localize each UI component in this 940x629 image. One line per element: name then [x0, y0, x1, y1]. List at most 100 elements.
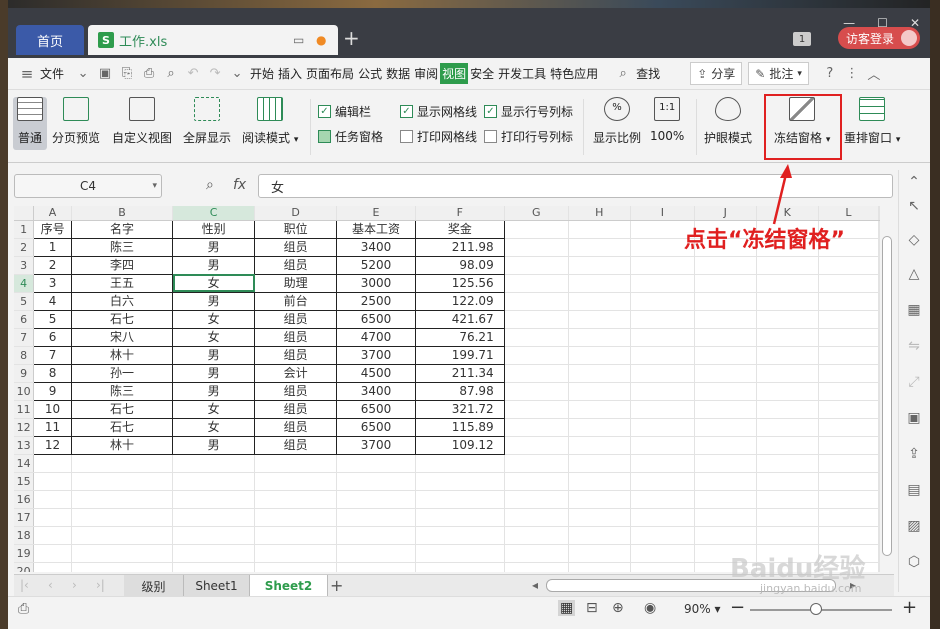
- cell[interactable]: 98.09: [414, 255, 505, 275]
- row-header[interactable]: 7: [14, 328, 35, 347]
- chevron-down-icon[interactable]: ▾: [152, 181, 157, 191]
- cell[interactable]: 职位: [254, 219, 338, 239]
- cell[interactable]: [756, 328, 819, 347]
- cell[interactable]: [630, 454, 695, 473]
- cell[interactable]: [818, 490, 880, 509]
- row-header[interactable]: 18: [14, 526, 35, 545]
- cell[interactable]: 女: [172, 399, 256, 419]
- print-gridlines-checkbox[interactable]: 打印网格线: [400, 128, 477, 145]
- sheet-tab-level[interactable]: 级别: [124, 575, 184, 597]
- cell[interactable]: [694, 472, 757, 491]
- cell[interactable]: [33, 472, 72, 491]
- resize-icon[interactable]: ⤢: [905, 374, 923, 392]
- eye-icon[interactable]: ◉: [644, 600, 656, 616]
- cell[interactable]: [504, 454, 569, 473]
- cell[interactable]: 4700: [336, 327, 416, 347]
- cell[interactable]: 321.72: [414, 399, 505, 419]
- cell[interactable]: 名字: [70, 219, 174, 239]
- cell[interactable]: [336, 562, 416, 572]
- cell[interactable]: 组员: [254, 399, 338, 419]
- cell[interactable]: [818, 292, 880, 311]
- cell[interactable]: 1: [33, 237, 72, 257]
- menu-dev-tools[interactable]: 开发工具: [496, 65, 548, 82]
- cell[interactable]: [504, 364, 569, 383]
- cell[interactable]: [630, 562, 695, 572]
- chevron-down-icon[interactable]: ⌄: [72, 64, 94, 84]
- menu-insert[interactable]: 插入: [276, 65, 304, 82]
- cell[interactable]: [818, 274, 880, 293]
- shapes-icon[interactable]: ◇: [905, 232, 923, 250]
- cell[interactable]: [630, 418, 695, 437]
- sheet-table[interactable]: A B C D E F G H I J K L 1 序号 名字 性别 职位 基本工资 奖金 2 1 陈三男组员 3400 21…: [14, 206, 880, 572]
- cell[interactable]: 陈三: [70, 381, 174, 401]
- cell[interactable]: [630, 364, 695, 383]
- cell[interactable]: [254, 472, 338, 491]
- cell[interactable]: [818, 472, 880, 491]
- cell[interactable]: [254, 562, 338, 572]
- cell[interactable]: [756, 526, 819, 545]
- zoom-100-button[interactable]: 1:1 100%: [650, 97, 684, 143]
- row-header[interactable]: 5: [14, 292, 35, 311]
- cell[interactable]: [504, 472, 569, 491]
- tab-home[interactable]: 首页: [16, 25, 84, 55]
- cell[interactable]: 6500: [336, 417, 416, 437]
- cell[interactable]: [415, 490, 505, 509]
- cell[interactable]: 5200: [336, 255, 416, 275]
- cell[interactable]: [630, 328, 695, 347]
- window-count-badge[interactable]: 1: [793, 32, 811, 46]
- image-gallery-icon[interactable]: ▣: [905, 410, 923, 428]
- cell[interactable]: [818, 436, 880, 455]
- archive-icon[interactable]: ▤: [905, 482, 923, 500]
- share-button[interactable]: ⇪ 分享: [690, 62, 743, 85]
- print-rowcol-checkbox[interactable]: 打印行号列标: [484, 128, 573, 145]
- sheet-tab-sheet1[interactable]: Sheet1: [184, 575, 250, 597]
- cell[interactable]: [568, 310, 631, 329]
- cell[interactable]: [71, 508, 174, 527]
- cell[interactable]: 4500: [336, 363, 416, 383]
- cell[interactable]: [336, 544, 416, 563]
- cell[interactable]: 7: [33, 345, 72, 365]
- column-header[interactable]: B: [71, 206, 174, 221]
- cell[interactable]: [756, 346, 819, 365]
- more-options-icon[interactable]: ⋮: [841, 64, 863, 84]
- normal-view-icon[interactable]: ▦: [558, 600, 576, 616]
- macro-record-icon[interactable]: ⎙: [18, 601, 29, 617]
- prev-sheet-icon[interactable]: ‹: [48, 578, 53, 592]
- cell[interactable]: [630, 382, 695, 401]
- cell[interactable]: [568, 562, 631, 572]
- cell[interactable]: [568, 526, 631, 545]
- edit-bar-checkbox[interactable]: ✓ 编辑栏: [318, 103, 371, 120]
- monitor-icon[interactable]: ▭: [293, 33, 304, 47]
- picture-icon[interactable]: ▨: [905, 518, 923, 536]
- cell[interactable]: 石七: [70, 399, 174, 419]
- cell[interactable]: 3400: [336, 381, 416, 401]
- cell[interactable]: [694, 256, 757, 275]
- vertical-scrollbar[interactable]: [880, 206, 894, 572]
- cell[interactable]: 王五: [70, 273, 174, 293]
- cell[interactable]: 助理: [254, 273, 338, 293]
- scroll-thumb[interactable]: [882, 236, 892, 556]
- cell[interactable]: [694, 526, 757, 545]
- cell[interactable]: [818, 346, 880, 365]
- cell[interactable]: [33, 508, 72, 527]
- row-header[interactable]: 13: [14, 436, 35, 455]
- row-header[interactable]: 10: [14, 382, 35, 401]
- cell[interactable]: [254, 454, 338, 473]
- cell[interactable]: 男: [172, 381, 256, 401]
- cell[interactable]: 石七: [70, 309, 174, 329]
- zoom-level[interactable]: 90% ▾: [684, 602, 721, 616]
- show-rowcol-checkbox[interactable]: ✓ 显示行号列标: [484, 103, 573, 120]
- cell[interactable]: 8: [33, 363, 72, 383]
- cell[interactable]: [756, 508, 819, 527]
- cell[interactable]: [33, 562, 72, 572]
- row-header[interactable]: 4: [14, 274, 35, 293]
- cell[interactable]: 石七: [70, 417, 174, 437]
- cell[interactable]: [415, 544, 505, 563]
- cursor-icon[interactable]: ↖: [905, 198, 923, 216]
- cell[interactable]: [504, 508, 569, 527]
- cell[interactable]: [694, 382, 757, 401]
- cell[interactable]: 男: [172, 435, 256, 455]
- cell[interactable]: [568, 238, 631, 257]
- export-icon[interactable]: ⎘: [116, 64, 138, 84]
- cell[interactable]: [504, 382, 569, 401]
